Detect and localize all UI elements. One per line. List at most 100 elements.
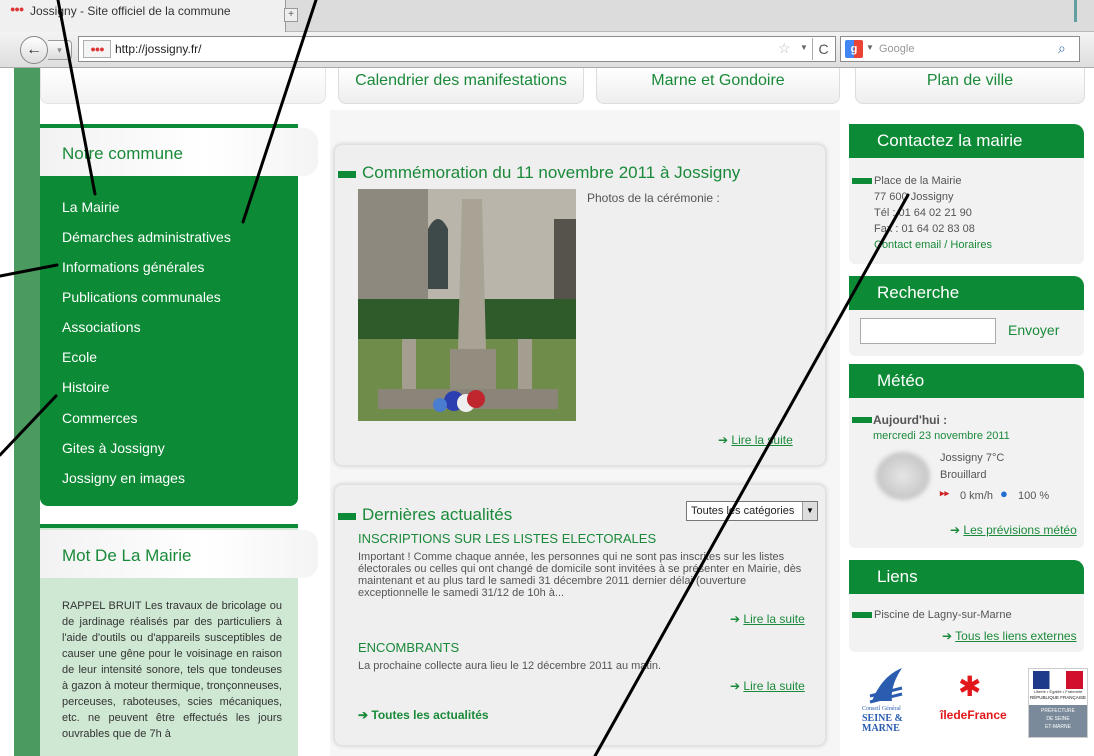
- featured-title-marker: [338, 171, 356, 178]
- weather-humidity: 100 %: [1018, 490, 1050, 502]
- history-dropdown-icon[interactable]: ▼: [800, 43, 808, 52]
- weather-title: Météo: [849, 364, 1084, 398]
- pref-line2: DE SEINE: [1046, 716, 1070, 722]
- browser-tab[interactable]: Jossigny - Site officiel de la commune: [0, 0, 286, 32]
- tab-title: Jossigny - Site officiel de la commune: [30, 4, 231, 18]
- featured-title[interactable]: Commémoration du 11 novembre 2011 à Joss…: [362, 163, 740, 183]
- pref-republique: RÉPUBLIQUE FRANÇAISE: [1029, 695, 1086, 700]
- link-piscine[interactable]: Piscine de Lagny-sur-Marne: [874, 609, 1012, 621]
- menu-item-gites[interactable]: Gites à Jossigny: [62, 440, 165, 456]
- back-button[interactable]: ←: [20, 36, 48, 64]
- site-search-input[interactable]: [860, 318, 996, 344]
- category-select-value: Toutes les catégories: [691, 505, 795, 517]
- all-news-link[interactable]: ➔ Toutes les actualités: [358, 708, 489, 722]
- news-item-body-electorales: Important ! Comme chaque année, les pers…: [358, 551, 802, 599]
- links-title: Liens: [849, 560, 1084, 594]
- arrow-right-icon: ➔: [730, 679, 744, 693]
- menu-item-demarches[interactable]: Démarches administratives: [62, 229, 231, 245]
- ile-de-france-logo[interactable]: ✱ îledeFrance: [940, 670, 1010, 730]
- tab-plan-de-ville[interactable]: Plan de ville: [855, 68, 1085, 104]
- new-tab-button[interactable]: +: [284, 8, 298, 22]
- arrow-right-icon: ➔: [730, 612, 744, 626]
- menu-item-images[interactable]: Jossigny en images: [62, 470, 185, 486]
- weather-date: mercredi 23 novembre 2011: [873, 430, 1010, 442]
- select-dropdown-icon[interactable]: ▼: [802, 502, 817, 520]
- left-decor-strip: [14, 68, 40, 756]
- tab-favicon-icon: ●●●: [10, 4, 24, 14]
- news-read-more-label: Lire la suite: [743, 679, 805, 693]
- weather-today-label: Aujourd'hui :: [873, 413, 948, 427]
- bookmark-star-icon[interactable]: ☆: [778, 40, 791, 57]
- contact-title: Contactez la mairie: [849, 124, 1084, 158]
- news-item-title-encombrants[interactable]: ENCOMBRANTS: [358, 640, 459, 655]
- weather-place-temp: Jossigny 7°C: [940, 452, 1005, 464]
- links-box: [849, 594, 1084, 652]
- browser-window: Jossigny - Site officiel de la commune ●…: [0, 0, 1094, 756]
- menu-item-la-mairie[interactable]: La Mairie: [62, 199, 120, 215]
- news-section-title: Dernières actualités: [362, 505, 513, 524]
- news-item-title-electorales[interactable]: INSCRIPTIONS SUR LES LISTES ELECTORALES: [358, 531, 656, 546]
- weather-marker: [852, 417, 872, 423]
- address-bar[interactable]: http://jossigny.fr/: [78, 36, 836, 62]
- wind-icon: ▸▸: [940, 488, 950, 498]
- news-read-more-encombrants[interactable]: ➔ Lire la suite: [730, 679, 805, 693]
- contact-marker: [852, 178, 872, 184]
- contact-phone: Tél : 01 64 02 21 90: [874, 207, 972, 219]
- search-title: Recherche: [849, 276, 1084, 310]
- arrow-right-icon: ➔: [950, 523, 964, 537]
- fog-weather-icon: [876, 452, 930, 500]
- forward-dropdown-icon[interactable]: ▾: [48, 40, 72, 60]
- pref-line3: ET-MARNE: [1045, 724, 1071, 730]
- prefecture-logo[interactable]: Liberté • Égalité • Fraternité RÉPUBLIQU…: [1028, 668, 1088, 738]
- engine-dropdown-icon[interactable]: ▼: [866, 43, 874, 52]
- menu-item-histoire[interactable]: Histoire: [62, 379, 109, 395]
- contact-city: 77 600 Jossigny: [874, 191, 954, 203]
- search-engine-input[interactable]: Google: [840, 36, 1080, 62]
- featured-caption: Photos de la cérémonie :: [587, 191, 720, 205]
- google-icon[interactable]: g: [845, 40, 863, 58]
- tab-marne-gondoire[interactable]: Marne et Gondoire: [596, 68, 840, 104]
- menu-item-commerces[interactable]: Commerces: [62, 410, 137, 426]
- header-logo-area: [40, 68, 326, 104]
- seine-marne-line1: Conseil Général: [862, 706, 901, 712]
- links-marker: [852, 612, 872, 618]
- seine-et-marne-logo[interactable]: Conseil Général SEINE & MARNE: [862, 666, 912, 738]
- menu-item-ecole[interactable]: Ecole: [62, 349, 97, 365]
- idf-star-icon: ✱: [958, 671, 982, 702]
- news-item-body-encombrants: La prochaine collecte aura lieu le 12 dé…: [358, 660, 662, 672]
- menu-title: Notre commune: [40, 128, 318, 176]
- featured-read-more-link[interactable]: ➔ Lire la suite: [718, 433, 793, 447]
- mot-head-bar: [40, 524, 298, 528]
- pref-motto: Liberté • Égalité • Fraternité: [1033, 689, 1083, 694]
- pref-line1: PRÉFECTURE: [1041, 708, 1075, 714]
- category-select[interactable]: Toutes les catégories: [686, 501, 818, 521]
- arrow-right-icon: ➔: [942, 629, 956, 643]
- arrow-right-icon: ➔: [718, 433, 732, 447]
- weather-forecast-link[interactable]: ➔ Les prévisions météo: [950, 523, 1077, 537]
- all-links-label: Tous les liens externes: [955, 629, 1077, 643]
- mot-mairie-text: RAPPEL BRUIT Les travaux de bricolage ou…: [62, 600, 282, 740]
- tab-calendrier[interactable]: Calendrier des manifestations: [338, 68, 584, 104]
- magnifier-icon[interactable]: ⌕: [1058, 40, 1076, 58]
- menu-item-informations[interactable]: Informations générales: [62, 259, 204, 275]
- weather-wind: 0 km/h: [960, 490, 994, 502]
- contact-address: Place de la Mairie: [874, 175, 962, 187]
- contact-fax: Fax : 01 64 02 83 08: [874, 223, 975, 235]
- pref-block: PRÉFECTURE DE SEINE ET-MARNE: [1029, 705, 1087, 737]
- reload-icon[interactable]: C: [812, 38, 834, 60]
- arrow-right-icon: ➔: [358, 708, 372, 722]
- all-links-link[interactable]: ➔ Tous les liens externes: [942, 629, 1077, 643]
- mot-mairie-title: Mot De La Mairie: [40, 530, 318, 578]
- news-read-more-label: Lire la suite: [743, 612, 805, 626]
- news-title-marker: [338, 513, 356, 520]
- search-submit-button[interactable]: Envoyer: [1008, 322, 1059, 338]
- menu-item-publications[interactable]: Publications communales: [62, 289, 221, 305]
- monument-photo[interactable]: [358, 189, 576, 421]
- humidity-drop-icon: ●: [1000, 486, 1008, 501]
- news-read-more-electorales[interactable]: ➔ Lire la suite: [730, 612, 805, 626]
- site-favicon-icon: ●●●: [83, 40, 111, 58]
- contact-email-link[interactable]: Contact email / Horaires: [874, 239, 992, 251]
- weather-forecast-label: Les prévisions météo: [963, 523, 1077, 537]
- seine-marne-line3: MARNE: [862, 723, 900, 734]
- menu-item-associations[interactable]: Associations: [62, 319, 141, 335]
